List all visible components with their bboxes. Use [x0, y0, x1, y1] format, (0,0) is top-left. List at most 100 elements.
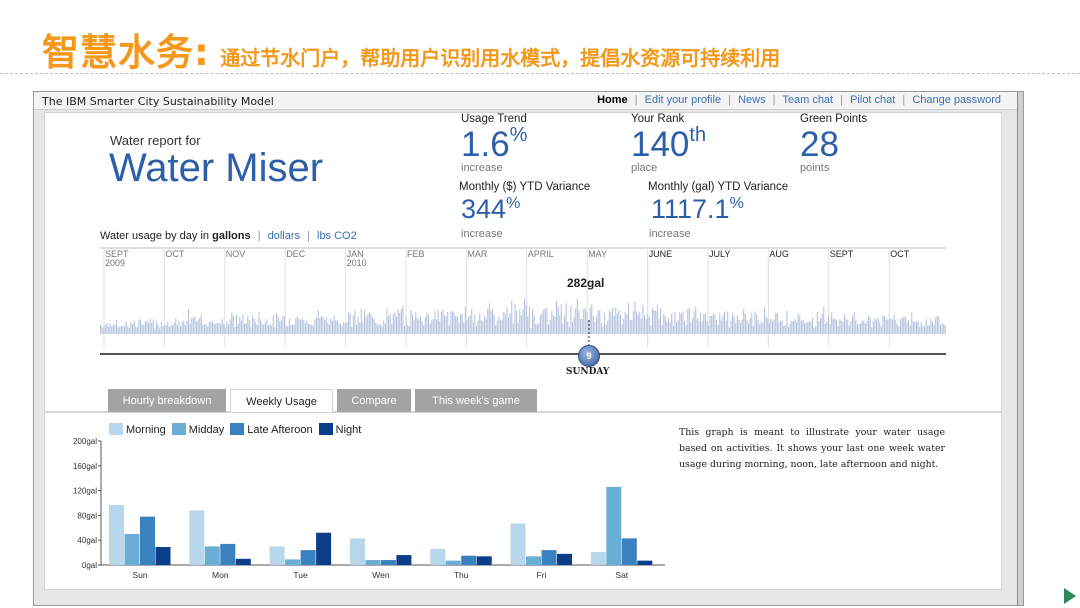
daily-bar [604, 313, 606, 334]
daily-bar [672, 325, 674, 334]
daily-usage-timeline[interactable]: SEPT 2009 OCT NOV DEC JAN 2010 FEB MAR APRIL MAY… [100, 247, 946, 357]
daily-bar [360, 309, 362, 334]
daily-bar [485, 318, 487, 334]
daily-bar [520, 315, 522, 334]
daily-bar [111, 326, 113, 334]
daily-bar [405, 317, 407, 334]
daily-bar [935, 317, 937, 334]
daily-bar [229, 319, 231, 334]
daily-bar [663, 313, 665, 334]
daily-bar [189, 323, 191, 334]
month-label: NOV [225, 249, 246, 259]
daily-bar [762, 322, 764, 334]
daily-bar [128, 328, 130, 334]
daily-bar [274, 327, 276, 334]
daily-bar [125, 321, 127, 334]
daily-bar [456, 316, 458, 334]
daily-bar [552, 315, 554, 334]
unit-dollars[interactable]: dollars [268, 230, 300, 242]
daily-bar [839, 319, 841, 334]
daily-bar [404, 325, 406, 334]
dollar-variance-label: Monthly ($) YTD Variance [459, 181, 591, 193]
daily-bar [236, 314, 238, 334]
daily-bar [844, 314, 846, 334]
daily-bar [389, 313, 391, 334]
daily-bar [752, 326, 754, 334]
timeline-slider-handle[interactable]: 9 [578, 345, 600, 367]
nav-news[interactable]: News [738, 94, 766, 106]
daily-bar [639, 311, 641, 334]
daily-bar [256, 325, 258, 334]
daily-bar [661, 325, 663, 334]
daily-bar [424, 317, 426, 334]
gal-variance-label: Monthly (gal) YTD Variance [648, 181, 789, 193]
daily-bar [245, 323, 247, 334]
nav-team-chat[interactable]: Team chat [782, 94, 833, 106]
daily-bar [591, 304, 593, 334]
daily-bar [436, 319, 438, 334]
month-label: DEC [286, 249, 306, 259]
daily-bar [143, 325, 145, 334]
daily-bar [445, 316, 447, 334]
nav-home[interactable]: Home [597, 94, 628, 106]
daily-bar [735, 323, 737, 334]
tab-hourly-breakdown[interactable]: Hourly breakdown [108, 389, 226, 413]
daily-bar [332, 320, 334, 334]
nav-separator: | [840, 94, 844, 106]
daily-bar [680, 313, 682, 334]
y-tick-label: 80gal [77, 511, 97, 520]
daily-bar [282, 315, 284, 334]
daily-bar [455, 315, 457, 334]
daily-bar [610, 312, 612, 334]
x-tick-label: Sun [132, 570, 147, 580]
scrollbar[interactable] [1017, 92, 1023, 605]
daily-bar [612, 308, 614, 334]
daily-bar [208, 321, 210, 334]
daily-bar [333, 315, 335, 334]
nav-edit-profile[interactable]: Edit your profile [645, 94, 721, 106]
daily-bar [744, 313, 746, 334]
daily-bar [354, 310, 356, 334]
daily-bar [215, 323, 217, 334]
daily-bars [100, 298, 946, 334]
daily-bar [800, 320, 802, 334]
daily-bar [546, 308, 548, 334]
nav-change-password[interactable]: Change password [912, 94, 1001, 106]
daily-bar [407, 325, 409, 334]
daily-bar [602, 326, 604, 334]
dollar-variance-unit: % [506, 195, 521, 212]
daily-bar [296, 316, 298, 334]
daily-bar [181, 321, 183, 334]
daily-bar [194, 316, 196, 334]
daily-bar [837, 325, 839, 334]
tab-weekly-usage[interactable]: Weekly Usage [230, 389, 333, 414]
daily-bar [258, 311, 260, 334]
daily-bar [701, 321, 703, 334]
daily-bar [671, 313, 673, 334]
daily-bar [560, 304, 562, 334]
daily-bar [216, 323, 218, 334]
x-tick-label: Wen [372, 570, 390, 580]
daily-bar [703, 313, 705, 334]
daily-bar [336, 320, 338, 334]
daily-bar [381, 326, 383, 334]
x-tick-label: Mon [212, 570, 229, 580]
unit-gallons[interactable]: gallons [212, 230, 251, 242]
daily-bar [279, 321, 281, 334]
nav-separator: | [772, 94, 776, 106]
daily-bar [165, 325, 167, 334]
daily-bar [882, 315, 884, 334]
unit-lbs-co2[interactable]: lbs CO2 [317, 230, 357, 242]
tab-this-weeks-game[interactable]: This week's game [415, 389, 537, 413]
daily-bar [253, 318, 255, 334]
daily-bar [362, 322, 364, 334]
daily-bar [922, 325, 924, 334]
daily-bar [335, 320, 337, 334]
daily-bar [151, 322, 153, 334]
daily-bar [493, 314, 495, 334]
tab-compare[interactable]: Compare [337, 389, 411, 413]
daily-bar [317, 310, 319, 334]
bar-night [476, 556, 492, 565]
daily-bar [114, 324, 116, 334]
nav-pilot-chat[interactable]: Pilot chat [850, 94, 895, 106]
